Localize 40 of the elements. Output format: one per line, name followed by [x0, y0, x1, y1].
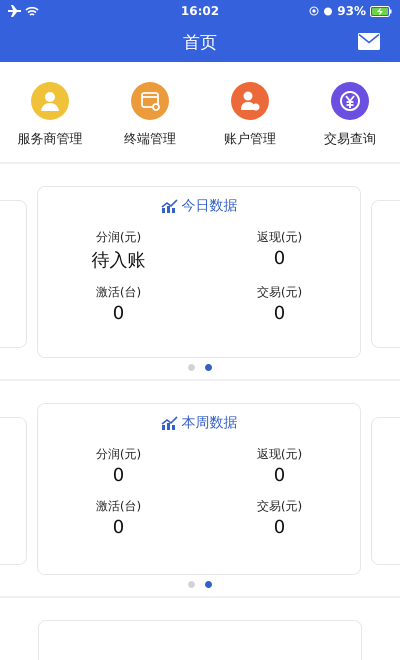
window-gear-icon	[131, 82, 169, 120]
wifi-icon	[25, 6, 39, 16]
chart-icon	[160, 199, 178, 214]
shortcut-button[interactable]: 终端管理	[100, 82, 200, 148]
page-title: 首页	[183, 32, 217, 54]
airplane-icon	[8, 5, 21, 17]
card-title: 本周数据	[182, 414, 238, 432]
chart-icon	[160, 416, 178, 430]
shortcut-button[interactable]: 账户管理	[200, 82, 300, 148]
stat-value: 0	[274, 465, 286, 486]
mail-icon[interactable]	[358, 33, 380, 50]
stat-value: 0	[274, 517, 286, 538]
stat-label: 返现(元)	[256, 229, 302, 246]
status-time: 16:02	[180, 4, 220, 18]
stat-label: 交易(元)	[256, 284, 302, 302]
stat-label: 激活(台)	[96, 284, 142, 302]
yuan-icon	[331, 82, 369, 120]
stat-label: 激活(台)	[96, 498, 142, 516]
stat-label: 返现(元)	[256, 446, 302, 464]
stat-value: 0	[112, 465, 124, 486]
page-dot[interactable]	[188, 581, 195, 588]
stat-value: 待入账	[92, 249, 146, 272]
stat-label: 分润(元)	[96, 229, 142, 246]
shortcut-button[interactable]: 服务商管理	[0, 82, 100, 148]
page-dot[interactable]	[205, 364, 212, 372]
stat-label: 交易(元)	[256, 498, 302, 516]
user-gear-icon	[231, 82, 269, 120]
stat-value: 0	[274, 248, 286, 270]
page-dot[interactable]	[188, 364, 195, 372]
card-title: 今日数据	[182, 197, 238, 216]
stat-label: 分润(元)	[96, 446, 142, 464]
stat-value: 0	[112, 517, 124, 538]
battery-percent: 93%	[337, 4, 366, 18]
lock-rotation-icon	[309, 6, 320, 16]
person-icon	[31, 82, 69, 120]
page-dot[interactable]	[205, 581, 212, 588]
stat-value: 0	[112, 303, 124, 324]
battery-charging-icon	[370, 6, 392, 16]
shortcut-button[interactable]: 交易查询	[300, 82, 400, 148]
stat-value: 0	[274, 303, 286, 324]
